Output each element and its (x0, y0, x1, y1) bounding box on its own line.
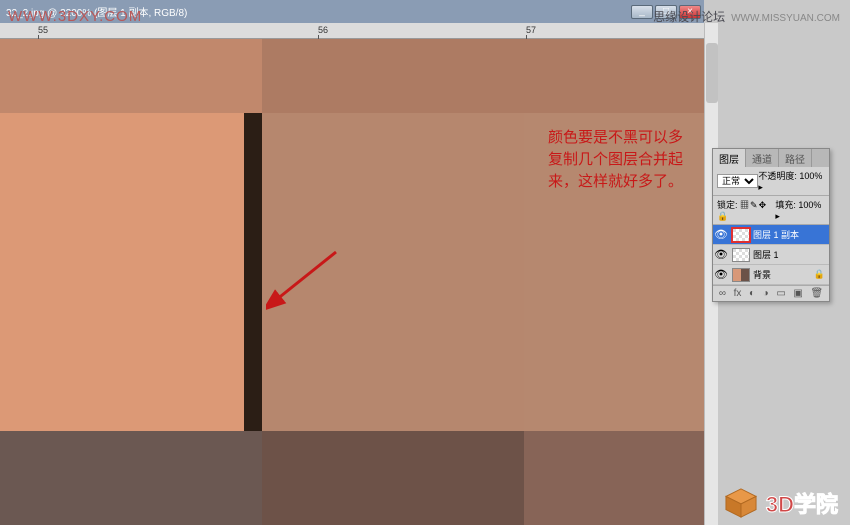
dark-pixel-column (244, 113, 262, 431)
ruler-tick: 56 (318, 25, 328, 35)
trash-icon[interactable]: 🗑 (810, 288, 823, 299)
annotation-arrow-icon (266, 244, 346, 314)
annotation-text: 颜色要是不黑可以多复制几个图层合并起来，这样就好多了。 (548, 127, 688, 193)
horizontal-ruler: 55 56 57 (0, 23, 704, 39)
brand-logo-text: 3D学院 (766, 487, 838, 519)
ruler-tick: 57 (526, 25, 536, 35)
layer-thumbnail[interactable] (732, 268, 750, 282)
panel-tabs: 图层 通道 路径 (713, 149, 829, 167)
layer-name: 背景 (753, 268, 771, 281)
opacity-value[interactable]: 100% (799, 171, 822, 181)
visibility-eye-icon[interactable]: 👁 (713, 228, 729, 241)
layer-name: 图层 1 副本 (753, 228, 799, 241)
fill-value[interactable]: 100% (798, 200, 821, 210)
visibility-eye-icon[interactable]: 👁 (713, 248, 729, 261)
canvas-area[interactable]: 颜色要是不黑可以多复制几个图层合并起来，这样就好多了。 (0, 39, 704, 525)
layer-item[interactable]: 👁 图层 1 副本 (713, 225, 829, 245)
fill-label: 填充: (775, 200, 796, 210)
layer-name: 图层 1 (753, 248, 779, 261)
layer-item[interactable]: 👁 背景 🔒 (713, 265, 829, 285)
adjustment-icon[interactable]: ◑ (763, 288, 769, 299)
panel-footer: ∞ fx ◐ ◑ ▭ ▣ 🗑 (713, 285, 829, 301)
tab-layers[interactable]: 图层 (713, 149, 746, 167)
group-icon[interactable]: ▭ (776, 288, 785, 299)
layers-panel: 图层 通道 路径 正常 不透明度: 100% ▸ 锁定: ▦✎✥🔒 填充: 10… (712, 148, 830, 302)
ruler-tick: 55 (38, 25, 48, 35)
layer-item[interactable]: 👁 图层 1 (713, 245, 829, 265)
layer-thumbnail[interactable] (732, 228, 750, 242)
opacity-label: 不透明度: (758, 171, 797, 181)
tab-paths[interactable]: 路径 (779, 149, 812, 167)
link-layers-icon[interactable]: ∞ (719, 288, 726, 299)
layer-thumbnail[interactable] (732, 248, 750, 262)
lock-icon: 🔒 (814, 269, 825, 280)
cube-icon (722, 487, 760, 519)
minimize-button[interactable]: _ (631, 5, 653, 19)
fx-icon[interactable]: fx (734, 288, 742, 299)
layers-list: 👁 图层 1 副本 👁 图层 1 👁 背景 🔒 (713, 225, 829, 285)
brand-logo: 3D学院 (722, 487, 838, 519)
watermark-top-right: 思缘设计论坛WWW.MISSYUAN.COM (653, 8, 840, 25)
blend-mode-select[interactable]: 正常 (717, 174, 758, 188)
visibility-eye-icon[interactable]: 👁 (713, 268, 729, 281)
tab-channels[interactable]: 通道 (746, 149, 779, 167)
lock-label: 锁定: (717, 200, 738, 210)
watermark-top-left: WWW.3DXY.COM (8, 8, 142, 25)
mask-icon[interactable]: ◐ (749, 288, 755, 299)
new-layer-icon[interactable]: ▣ (793, 288, 802, 299)
